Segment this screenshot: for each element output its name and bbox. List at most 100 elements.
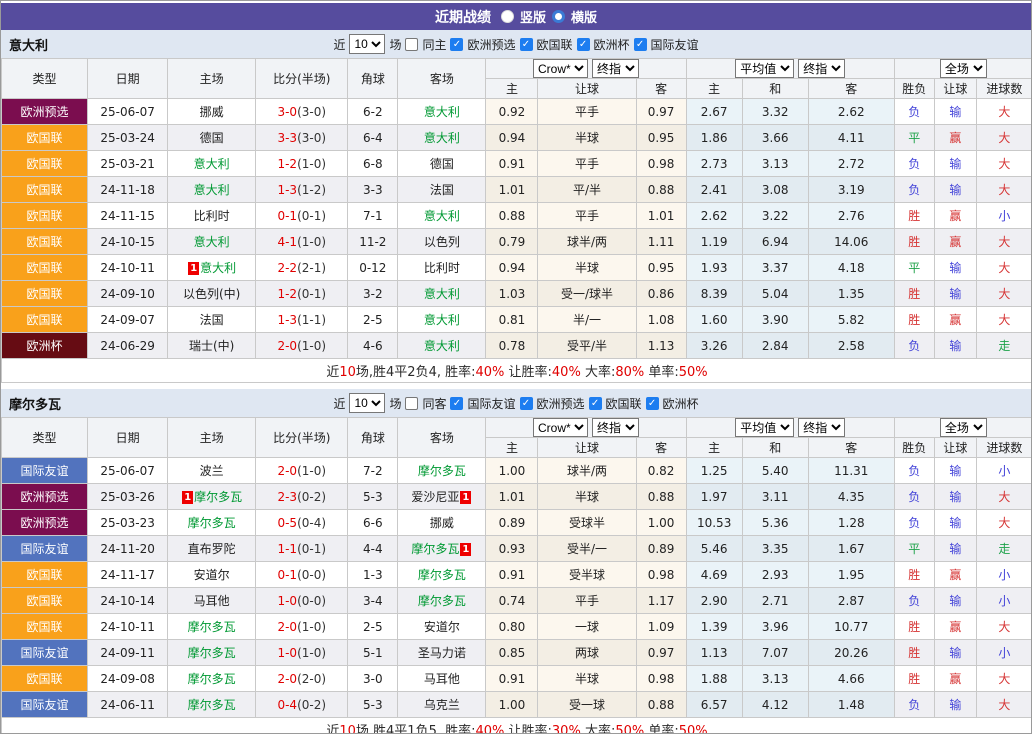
away-team-name: 挪威: [430, 516, 454, 530]
home-team-cell: 意大利: [168, 151, 256, 177]
result-cell: 胜: [894, 562, 934, 588]
home-odds-cell: 0.85: [486, 640, 538, 666]
away-odds-cell: 0.95: [636, 125, 686, 151]
summary-part: 让胜率:: [504, 365, 552, 380]
odds-stage-select[interactable]: 终指: [592, 418, 639, 437]
average-select[interactable]: 平均值: [735, 418, 794, 437]
same-side-label: 同主: [422, 36, 446, 53]
home-odds-cell: 0.79: [486, 229, 538, 255]
home-odds-cell: 0.80: [486, 614, 538, 640]
away-odds-cell: 1.09: [636, 614, 686, 640]
league-label: 国际友谊: [467, 395, 515, 412]
date-cell: 24-11-15: [88, 203, 168, 229]
odds-stage-select[interactable]: 终指: [592, 59, 639, 78]
match-row: 欧国联24-10-14马耳他1-0(0-0)3-4摩尔多瓦0.74平手1.172…: [2, 588, 1032, 614]
goals-result-cell: 小: [976, 640, 1032, 666]
horizontal-layout-radio[interactable]: [552, 10, 565, 23]
avg-away-cell: 2.72: [808, 151, 894, 177]
summary-part: 50%: [679, 365, 708, 380]
games-label: 场: [389, 395, 401, 412]
avg-away-cell: 20.26: [808, 640, 894, 666]
home-team-name: 摩尔多瓦: [188, 672, 236, 686]
away-team-name: 意大利: [424, 313, 460, 327]
league-checkbox[interactable]: ✓: [634, 38, 647, 51]
fulltime-score: 0-4: [277, 698, 297, 712]
handicap-result-cell: 输: [934, 458, 976, 484]
avg-draw-cell: 3.32: [742, 99, 808, 125]
away-team-name: 马耳他: [424, 672, 460, 686]
bookmaker-group-header: Crow*终指: [486, 418, 686, 438]
match-type-cell: 欧国联: [2, 588, 88, 614]
column-header: 日期: [88, 59, 168, 99]
date-cell: 24-09-11: [88, 640, 168, 666]
away-team-cell: 意大利: [398, 281, 486, 307]
league-checkbox[interactable]: ✓: [520, 38, 533, 51]
halftime-score: (2-0): [297, 672, 326, 686]
league-checkbox[interactable]: ✓: [646, 397, 659, 410]
league-checkbox[interactable]: ✓: [577, 38, 590, 51]
subcolumn-header: 客: [636, 438, 686, 458]
home-rank-badge: 1: [182, 491, 193, 504]
match-type-cell: 国际友谊: [2, 692, 88, 718]
home-team-name: 瑞士(中): [189, 339, 234, 353]
score-cell: 2-0(1-0): [256, 458, 348, 484]
column-header: 主场: [168, 418, 256, 458]
same-side-checkbox[interactable]: [405, 38, 418, 51]
away-team-cell: 安道尔: [398, 614, 486, 640]
home-team-cell: 法国: [168, 307, 256, 333]
home-team-cell: 摩尔多瓦: [168, 666, 256, 692]
handicap-cell: 一球: [538, 614, 636, 640]
result-cell: 负: [894, 458, 934, 484]
home-team-cell: 意大利: [168, 177, 256, 203]
avg-home-cell: 1.93: [686, 255, 742, 281]
halftime-score: (3-0): [297, 131, 326, 145]
league-checkbox[interactable]: ✓: [450, 38, 463, 51]
avg-home-cell: 1.13: [686, 640, 742, 666]
average-select[interactable]: 平均值: [735, 59, 794, 78]
home-team-name: 挪威: [200, 105, 224, 119]
result-cell: 负: [894, 484, 934, 510]
away-team-name: 以色列: [424, 235, 460, 249]
avg-stage-select[interactable]: 终指: [798, 418, 845, 437]
corner-cell: 3-0: [348, 666, 398, 692]
corner-cell: 7-1: [348, 203, 398, 229]
match-row: 欧国联24-10-111意大利2-2(2-1)0-12比利时0.94半球0.95…: [2, 255, 1032, 281]
scope-select[interactable]: 全场: [940, 59, 987, 78]
match-type-cell: 欧国联: [2, 562, 88, 588]
result-cell: 胜: [894, 614, 934, 640]
home-odds-cell: 1.01: [486, 484, 538, 510]
score-cell: 1-2(1-0): [256, 151, 348, 177]
away-team-cell: 比利时: [398, 255, 486, 281]
avg-home-cell: 1.25: [686, 458, 742, 484]
avg-away-cell: 1.28: [808, 510, 894, 536]
bookmaker-select[interactable]: Crow*: [533, 59, 588, 78]
result-cell: 平: [894, 125, 934, 151]
home-team-name: 直布罗陀: [188, 542, 236, 556]
subcolumn-header: 进球数: [976, 79, 1032, 99]
date-cell: 25-03-23: [88, 510, 168, 536]
league-checkbox[interactable]: ✓: [520, 397, 533, 410]
goals-result-cell: 大: [976, 281, 1032, 307]
corner-cell: 6-2: [348, 99, 398, 125]
score-cell: 0-1(0-1): [256, 203, 348, 229]
goals-result-cell: 大: [976, 692, 1032, 718]
match-type-cell: 欧国联: [2, 255, 88, 281]
avg-away-cell: 10.77: [808, 614, 894, 640]
league-label: 欧洲杯: [663, 395, 699, 412]
bookmaker-select[interactable]: Crow*: [533, 418, 588, 437]
corner-cell: 2-5: [348, 307, 398, 333]
recent-count-select[interactable]: 10: [349, 393, 385, 413]
same-side-checkbox[interactable]: [405, 397, 418, 410]
away-team-name: 德国: [430, 157, 454, 171]
avg-stage-select[interactable]: 终指: [798, 59, 845, 78]
scope-select[interactable]: 全场: [940, 418, 987, 437]
recent-count-select[interactable]: 10: [349, 34, 385, 54]
league-checkbox[interactable]: ✓: [450, 397, 463, 410]
home-odds-cell: 0.88: [486, 203, 538, 229]
vertical-layout-radio[interactable]: [501, 10, 514, 23]
match-type-cell: 欧洲预选: [2, 484, 88, 510]
league-checkbox[interactable]: ✓: [589, 397, 602, 410]
avg-away-cell: 4.35: [808, 484, 894, 510]
away-team-name: 比利时: [424, 261, 460, 275]
handicap-cell: 平/半: [538, 177, 636, 203]
